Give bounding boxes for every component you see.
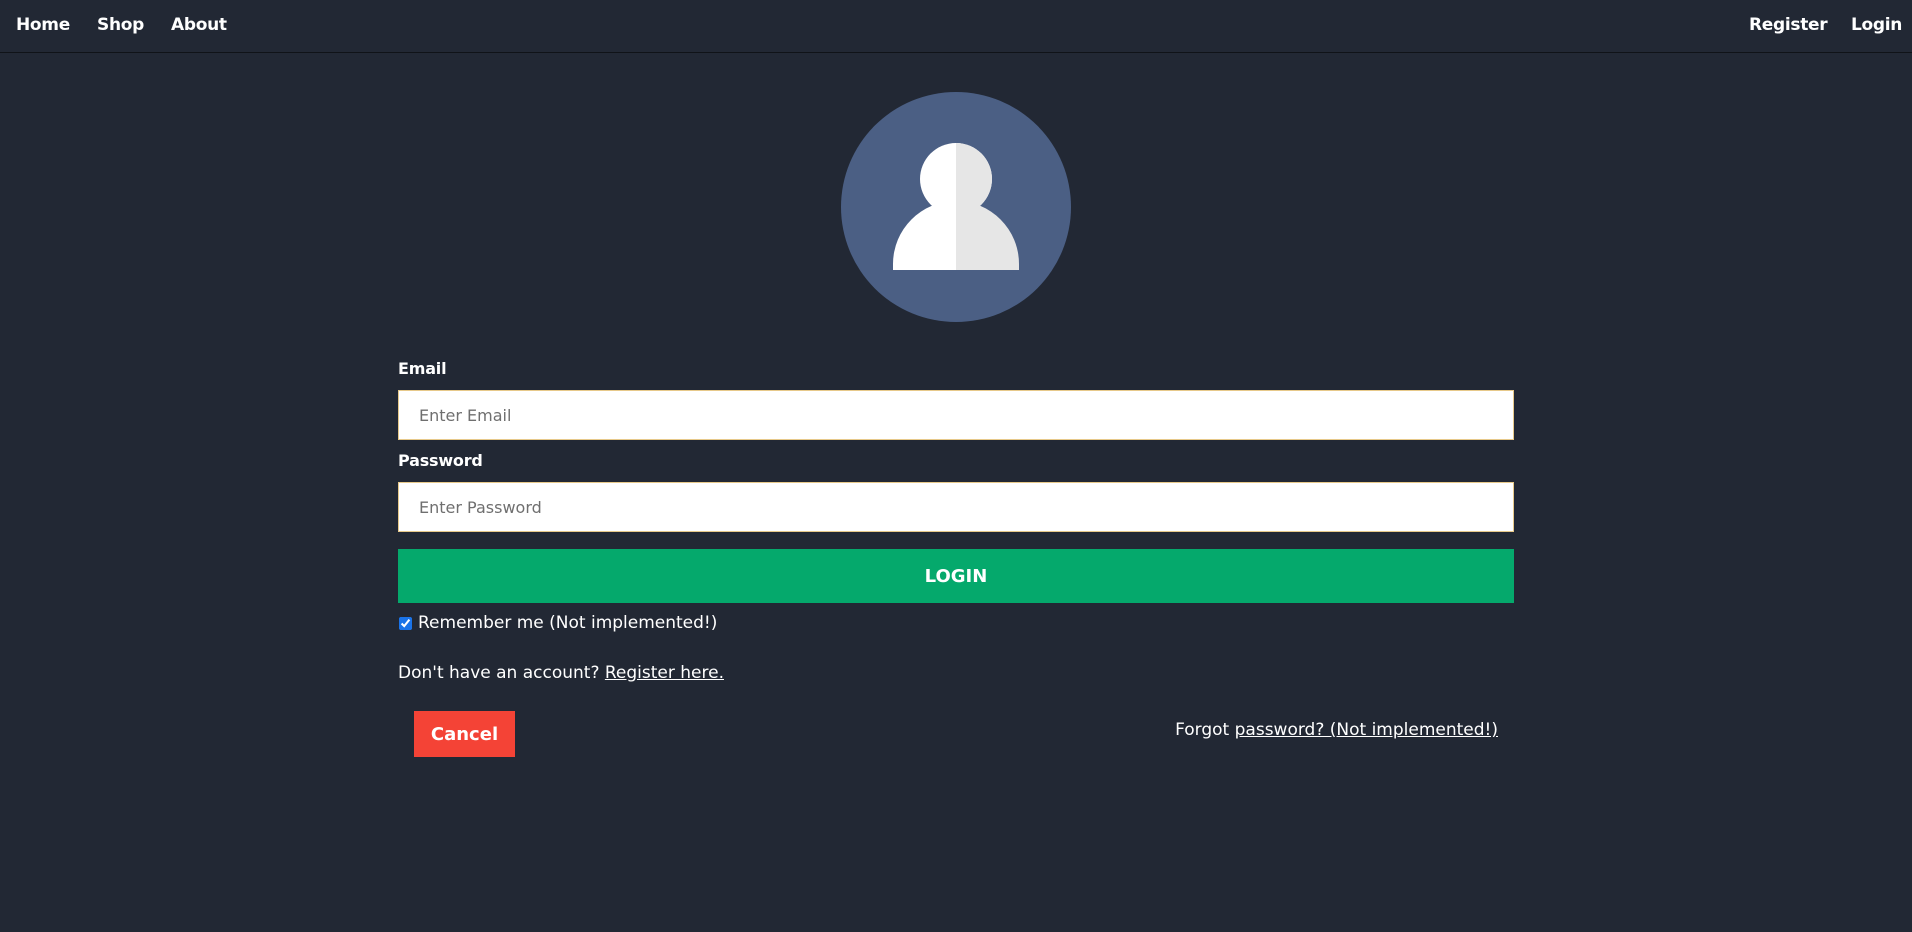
remember-me-label[interactable]: Remember me (Not implemented!) <box>418 613 717 633</box>
cancel-button[interactable]: Cancel <box>414 711 515 757</box>
email-input[interactable] <box>398 390 1514 440</box>
register-here-link[interactable]: Register here. <box>605 663 724 683</box>
forgot-password-row: Forgot password? (Not implemented!) <box>1175 720 1498 740</box>
password-label: Password <box>398 451 483 470</box>
password-input[interactable] <box>398 482 1514 532</box>
nav-login-link[interactable]: Login <box>1851 15 1902 35</box>
nav-about-link[interactable]: About <box>171 15 227 35</box>
avatar <box>841 92 1071 322</box>
top-nav-bar: Home Shop About Register Login <box>0 0 1912 53</box>
login-button[interactable]: LOGIN <box>398 549 1514 603</box>
user-icon <box>893 143 1019 270</box>
forgot-password-link[interactable]: password? (Not implemented!) <box>1235 720 1498 740</box>
remember-me-checkbox[interactable] <box>399 616 412 630</box>
forgot-prefix-text: Forgot <box>1175 720 1230 740</box>
nav-home-link[interactable]: Home <box>16 15 70 35</box>
register-prompt-text: Don't have an account? <box>398 663 600 683</box>
register-prompt: Don't have an account? Register here. <box>398 663 724 683</box>
email-label: Email <box>398 359 447 378</box>
nav-register-link[interactable]: Register <box>1749 15 1828 35</box>
remember-me-row: Remember me (Not implemented!) <box>398 613 717 633</box>
nav-shop-link[interactable]: Shop <box>97 15 144 35</box>
